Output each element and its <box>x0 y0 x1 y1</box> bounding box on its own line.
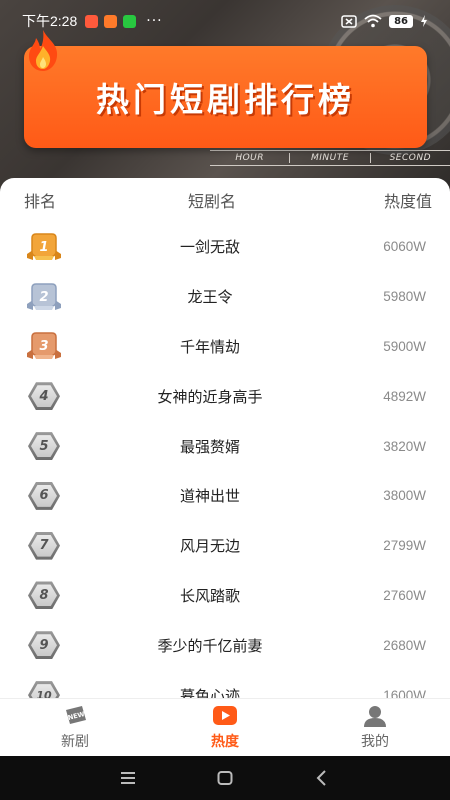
rank-cell: 10 <box>24 681 104 698</box>
ranking-card: 排名 短剧名 热度值 1 一剑无敌 6060W 2 龙王令 5980W 3 千年… <box>0 178 450 698</box>
gold-medal-icon: 1 <box>27 233 61 260</box>
rank-cell: 3 <box>24 331 104 361</box>
silver-medal-icon: 2 <box>27 282 61 310</box>
back-icon[interactable] <box>313 769 331 787</box>
rank-cell: 8 <box>24 581 104 610</box>
battery-indicator: 86 <box>389 14 413 28</box>
ranking-banner: 热门短剧排行榜 <box>24 46 427 148</box>
rank-badge-icon: 10 <box>28 681 60 698</box>
rank-number: 3 <box>39 339 48 354</box>
menu-icon[interactable] <box>119 769 137 787</box>
tab-mine-label: 我的 <box>361 734 389 750</box>
drama-name: 千年情劫 <box>179 337 240 356</box>
rank-number: 4 <box>31 385 57 408</box>
rank-number: 10 <box>31 684 57 698</box>
drama-name: 龙王令 <box>187 288 233 307</box>
clapper-strip: HOUR MINUTE SECOND <box>210 150 450 166</box>
new-badge-icon: NEW <box>66 706 86 724</box>
rank-badge-icon: 7 <box>28 531 60 560</box>
play-icon <box>213 706 237 725</box>
header-heat: 热度值 <box>383 192 432 211</box>
rank-badge-icon: 8 <box>28 581 60 610</box>
rank-badge-icon: 4 <box>28 382 60 411</box>
tab-mine[interactable]: 我的 <box>300 699 450 756</box>
drama-name: 季少的千亿前妻 <box>157 636 263 655</box>
table-row[interactable]: 5 最强赘婿 3820W <box>0 421 450 471</box>
system-navigation-bar <box>0 756 450 800</box>
table-row[interactable]: 10 暮色心迹 1600W <box>0 670 450 698</box>
table-header: 排名 短剧名 热度值 <box>0 178 450 222</box>
rank-cell: 9 <box>24 631 104 660</box>
drama-name: 道神出世 <box>179 487 240 506</box>
rank-cell: 7 <box>24 531 104 560</box>
page-title: 热门短剧排行榜 <box>96 80 355 119</box>
heat-value: 4892W <box>383 388 426 404</box>
rank-cell: 6 <box>24 481 104 510</box>
tab-hot-label: 热度 <box>211 734 239 750</box>
status-bar: 下午2:28 ··· 86 <box>0 0 450 42</box>
rank-number: 5 <box>31 435 57 458</box>
clapper-minute: MINUTE <box>290 153 371 163</box>
bottom-tab-bar: NEW 新剧 热度 我的 <box>0 698 450 756</box>
rank-cell: 5 <box>24 432 104 461</box>
more-notifications-icon: ··· <box>146 13 163 29</box>
rank-cell: 2 <box>24 282 104 312</box>
drama-name: 长风踏歌 <box>179 586 240 605</box>
rank-cell: 4 <box>24 382 104 411</box>
wifi-icon <box>364 14 382 28</box>
rank-number: 1 <box>39 240 48 255</box>
table-row[interactable]: 3 千年情劫 5900W <box>0 322 450 372</box>
rank-number: 7 <box>31 534 57 557</box>
app-notification-icon <box>104 14 118 28</box>
rank-badge-icon: 5 <box>28 432 60 461</box>
heat-value: 6060W <box>383 239 426 255</box>
table-row[interactable]: 9 季少的千亿前妻 2680W <box>0 620 450 670</box>
heat-value: 3820W <box>383 438 426 454</box>
drama-name: 风月无边 <box>179 537 240 556</box>
message-icon <box>123 14 137 28</box>
rank-badge-icon: 6 <box>28 481 60 510</box>
rank-number: 9 <box>31 634 57 657</box>
header-rank: 排名 <box>24 192 57 211</box>
table-row[interactable]: 4 女神的近身高手 4892W <box>0 371 450 421</box>
heat-value: 2799W <box>383 538 426 554</box>
heat-value: 1600W <box>383 687 426 698</box>
heat-value: 2680W <box>383 637 426 653</box>
tab-new-label: 新剧 <box>61 734 89 750</box>
home-icon[interactable] <box>216 769 234 787</box>
clapper-hour: HOUR <box>210 153 291 163</box>
heat-value: 3800W <box>383 488 426 504</box>
drama-name: 女神的近身高手 <box>157 387 263 406</box>
drama-name: 一剑无敌 <box>179 238 240 257</box>
fire-icon <box>29 30 58 71</box>
notification-icon <box>85 14 99 28</box>
tab-hot[interactable]: 热度 <box>150 699 300 756</box>
rank-number: 2 <box>39 290 48 305</box>
rank-number: 8 <box>31 584 57 607</box>
heat-value: 5980W <box>383 289 426 305</box>
table-row[interactable]: 8 长风踏歌 2760W <box>0 571 450 621</box>
user-icon <box>364 706 386 727</box>
rank-cell: 1 <box>24 232 104 262</box>
rank-number: 6 <box>31 484 57 507</box>
header-name: 短剧名 <box>187 192 236 211</box>
rank-badge-icon: 9 <box>28 631 60 660</box>
table-row[interactable]: 2 龙王令 5980W <box>0 272 450 322</box>
charging-icon <box>421 15 427 27</box>
drama-name: 暮色心迹 <box>179 686 240 698</box>
table-row[interactable]: 6 道神出世 3800W <box>0 471 450 521</box>
heat-value: 5900W <box>383 338 426 354</box>
tab-new[interactable]: NEW 新剧 <box>0 699 150 756</box>
table-row[interactable]: 7 风月无边 2799W <box>0 521 450 571</box>
drama-name: 最强赘婿 <box>179 437 240 456</box>
bronze-medal-icon: 3 <box>27 332 61 360</box>
table-row[interactable]: 1 一剑无敌 6060W <box>0 222 450 272</box>
clapper-second: SECOND <box>389 153 432 163</box>
sim-off-icon <box>341 14 357 28</box>
heat-value: 2760W <box>383 587 426 603</box>
